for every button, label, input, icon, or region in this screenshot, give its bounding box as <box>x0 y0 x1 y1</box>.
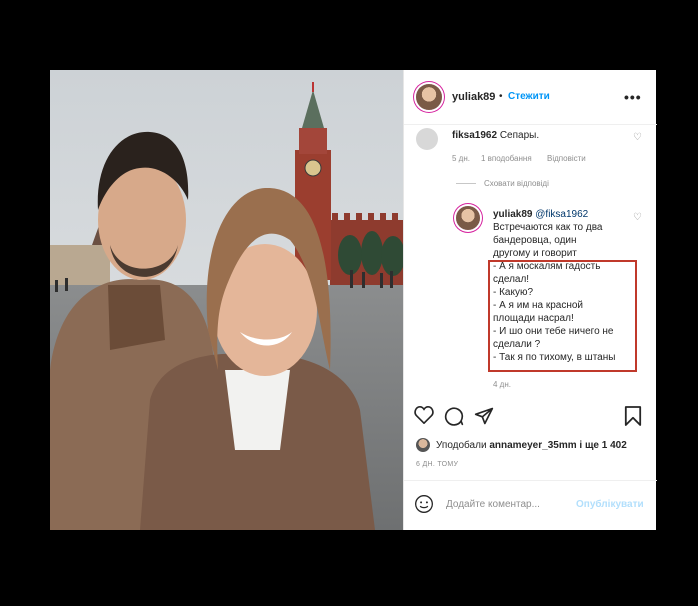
replies-line <box>456 183 476 184</box>
comment: fiksa1962 Сепары. <box>452 129 539 142</box>
likes-prefix: Уподобали <box>436 440 487 451</box>
avatar-icon[interactable] <box>416 84 442 110</box>
reply-mention[interactable]: @fiksa1962 <box>535 209 588 220</box>
comment-time: 5 дн. <box>452 154 470 163</box>
follow-button[interactable]: Стежити <box>508 91 550 102</box>
post-actions-bar <box>404 396 657 436</box>
liker-avatar[interactable] <box>416 438 430 452</box>
commenter-avatar[interactable] <box>416 128 438 150</box>
separator-dot: • <box>499 91 503 102</box>
post-photo <box>50 70 403 530</box>
add-comment-bar: Додайте коментар... Опублікувати <box>404 480 657 531</box>
comment-username[interactable]: fiksa1962 <box>452 130 497 141</box>
highlight-box <box>488 260 637 372</box>
post-header: yuliak89 • Стежити ••• <box>404 70 657 125</box>
comment-input[interactable]: Додайте коментар... <box>446 499 540 510</box>
more-options-icon[interactable]: ••• <box>624 89 642 105</box>
post-author-username[interactable]: yuliak89 <box>452 91 495 103</box>
post-side-panel: yuliak89 • Стежити ••• fiksa1962 Сепары.… <box>403 70 657 530</box>
hide-replies-button[interactable]: Сховати відповіді <box>484 179 549 188</box>
comment-reply-button[interactable]: Відповісти <box>547 154 586 163</box>
publish-button[interactable]: Опублікувати <box>576 499 644 510</box>
instagram-post-card: yuliak89 • Стежити ••• fiksa1962 Сепары.… <box>50 70 657 530</box>
comment-text: Сепары. <box>499 130 540 141</box>
bookmark-icon[interactable] <box>624 405 642 427</box>
comment-likes-count[interactable]: 1 вподобання <box>481 154 532 163</box>
likes-count[interactable]: і ще 1 402 <box>579 440 626 451</box>
heart-icon[interactable] <box>414 406 434 424</box>
reply-avatar-icon[interactable] <box>456 206 480 230</box>
likes-summary: Уподобали annameyer_35mm і ще 1 402 <box>436 440 627 451</box>
reply-username[interactable]: yuliak89 <box>493 209 532 220</box>
reply-line: Встречаются как то два <box>493 222 603 233</box>
reply-time: 4 дн. <box>493 380 511 389</box>
post-time: 6 ДН. ТОМУ <box>416 461 459 468</box>
comment-icon[interactable] <box>444 406 464 426</box>
reply-heart-icon[interactable]: ♡ <box>633 212 642 223</box>
send-icon[interactable] <box>474 406 494 426</box>
reply-line: другому и говорит <box>493 248 577 259</box>
reply-line: бандеровца, один <box>493 235 577 246</box>
comment-heart-icon[interactable]: ♡ <box>633 132 642 143</box>
emoji-icon[interactable] <box>414 494 434 514</box>
liker-username[interactable]: annameyer_35mm <box>489 440 576 451</box>
